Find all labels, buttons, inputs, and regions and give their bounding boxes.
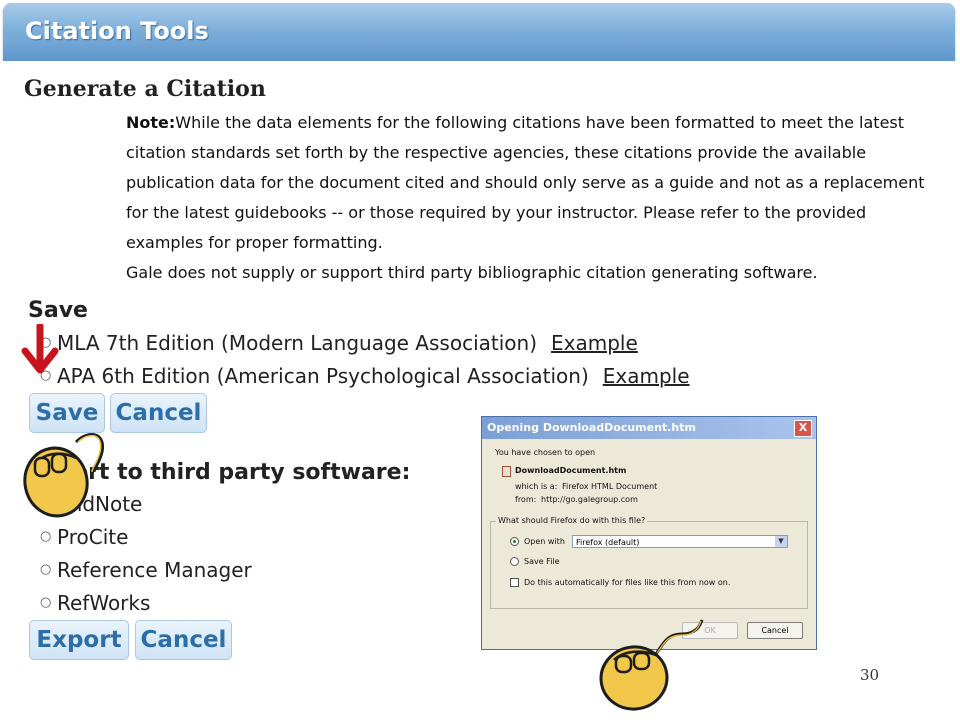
export-option-reference-manager[interactable]: ○ Reference Manager xyxy=(40,558,252,582)
open-with-value: Firefox (default) xyxy=(576,538,640,547)
dialog-chosen-text: You have chosen to open xyxy=(495,448,596,457)
dialog-from-value: http://go.galegroup.com xyxy=(541,495,638,504)
mouse-pointer-icon xyxy=(23,433,105,518)
radio-bullet-icon: ○ xyxy=(40,562,52,577)
page-number: 30 xyxy=(860,666,880,684)
radio-bullet-icon: ○ xyxy=(40,595,52,610)
export-button[interactable]: Export xyxy=(29,620,129,660)
mla-label: MLA 7th Edition (Modern Language Associa… xyxy=(57,331,537,355)
save-cancel-button[interactable]: Cancel xyxy=(110,393,207,433)
dialog-cancel-button[interactable]: Cancel xyxy=(747,622,803,639)
download-dialog: Opening DownloadDocument.htm X You have … xyxy=(481,416,817,650)
radio-bullet-icon: ○ xyxy=(40,529,52,544)
gale-disclaimer: Gale does not supply or support third pa… xyxy=(126,263,818,282)
auto-label: Do this automatically for files like thi… xyxy=(524,578,731,587)
mla-option[interactable]: ○ MLA 7th Edition (Modern Language Associ… xyxy=(40,331,638,355)
close-icon[interactable]: X xyxy=(794,420,812,437)
dialog-titlebar: Opening DownloadDocument.htm X xyxy=(482,417,816,439)
export-cancel-button[interactable]: Cancel xyxy=(135,620,232,660)
dialog-filename: DownloadDocument.htm xyxy=(515,466,627,475)
generate-citation-heading: Generate a Citation xyxy=(24,76,266,102)
export-option-label: RefWorks xyxy=(57,591,151,615)
save-file-label[interactable]: Save File xyxy=(524,557,560,566)
apa-label: APA 6th Edition (American Psychological … xyxy=(57,364,589,388)
page-title: Citation Tools xyxy=(25,17,209,45)
open-with-select[interactable]: Firefox (default) ▼ xyxy=(572,535,788,548)
chevron-down-icon[interactable]: ▼ xyxy=(775,536,787,547)
export-option-label: ProCite xyxy=(57,525,129,549)
export-option-procite[interactable]: ○ ProCite xyxy=(40,525,128,549)
open-with-label[interactable]: Open with xyxy=(524,537,565,546)
apa-option[interactable]: ○ APA 6th Edition (American Psychological… xyxy=(40,364,690,388)
dialog-from-label: from: xyxy=(515,495,537,504)
apa-example-link[interactable]: Example xyxy=(603,364,690,388)
file-icon xyxy=(502,466,511,477)
save-heading: Save xyxy=(28,298,88,323)
export-option-label: Reference Manager xyxy=(57,558,252,582)
mla-example-link[interactable]: Example xyxy=(551,331,638,355)
dialog-which-label: which is a: xyxy=(515,482,558,491)
dialog-question: What should Firefox do with this file? xyxy=(496,516,648,525)
open-with-radio[interactable] xyxy=(510,537,519,546)
dialog-which-value: Firefox HTML Document xyxy=(562,482,658,491)
save-file-radio[interactable] xyxy=(510,557,519,566)
header-bar: Citation Tools xyxy=(3,3,955,61)
export-option-refworks[interactable]: ○ RefWorks xyxy=(40,591,150,615)
citation-note: Note:While the data elements for the fol… xyxy=(126,108,936,288)
red-arrow-icon xyxy=(21,324,59,374)
mouse-pointer-icon xyxy=(599,619,704,711)
note-text: While the data elements for the followin… xyxy=(126,113,925,252)
dialog-title: Opening DownloadDocument.htm xyxy=(487,421,696,434)
auto-checkbox[interactable] xyxy=(510,578,519,587)
note-label: Note: xyxy=(126,113,176,132)
